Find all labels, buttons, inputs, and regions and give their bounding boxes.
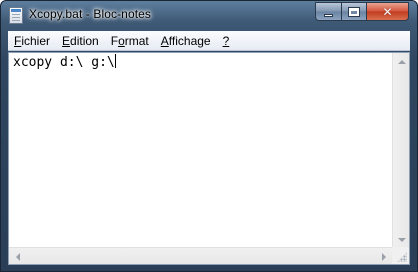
menu-fichier[interactable]: Fichier	[8, 34, 55, 48]
menu-bar: Fichier Edition Format Affichage ?	[8, 31, 410, 51]
menu-edition[interactable]: Edition	[57, 34, 104, 48]
scroll-left-button[interactable]	[9, 248, 26, 265]
arrow-left-icon	[15, 252, 20, 261]
text-editor[interactable]: xcopy d:\ g:\	[8, 52, 410, 265]
maximize-button[interactable]	[341, 2, 366, 21]
title-bar[interactable]: Xcopy.bat - Bloc-notes ✕	[1, 1, 417, 29]
editor-text[interactable]: xcopy d:\ g:\	[13, 54, 391, 70]
maximize-icon	[349, 7, 359, 16]
caption-buttons: ✕	[315, 2, 409, 21]
scroll-down-button[interactable]	[393, 231, 410, 248]
menu-format[interactable]: Format	[106, 34, 154, 48]
scroll-up-button[interactable]	[393, 53, 410, 70]
close-icon: ✕	[382, 4, 393, 19]
minimize-button[interactable]	[315, 2, 341, 21]
resize-grip-icon[interactable]	[397, 252, 407, 262]
notepad-icon[interactable]	[9, 7, 23, 24]
close-button[interactable]: ✕	[366, 2, 409, 21]
editor-content: xcopy d:\ g:\	[13, 55, 115, 70]
scrollbar-corner	[392, 247, 409, 264]
menu-affichage[interactable]: Affichage	[156, 34, 216, 48]
menu-help[interactable]: ?	[218, 34, 235, 48]
minimize-icon	[324, 13, 333, 17]
arrow-down-icon	[397, 237, 406, 242]
scroll-right-button[interactable]	[375, 248, 392, 265]
vertical-scrollbar[interactable]	[392, 53, 409, 248]
arrow-right-icon	[381, 252, 386, 261]
arrow-up-icon	[397, 59, 406, 64]
horizontal-scrollbar[interactable]	[9, 247, 392, 264]
window-title: Xcopy.bat - Bloc-notes	[29, 7, 152, 21]
text-caret	[114, 54, 116, 68]
notepad-window: Xcopy.bat - Bloc-notes ✕ Fichier Edition…	[0, 0, 418, 272]
